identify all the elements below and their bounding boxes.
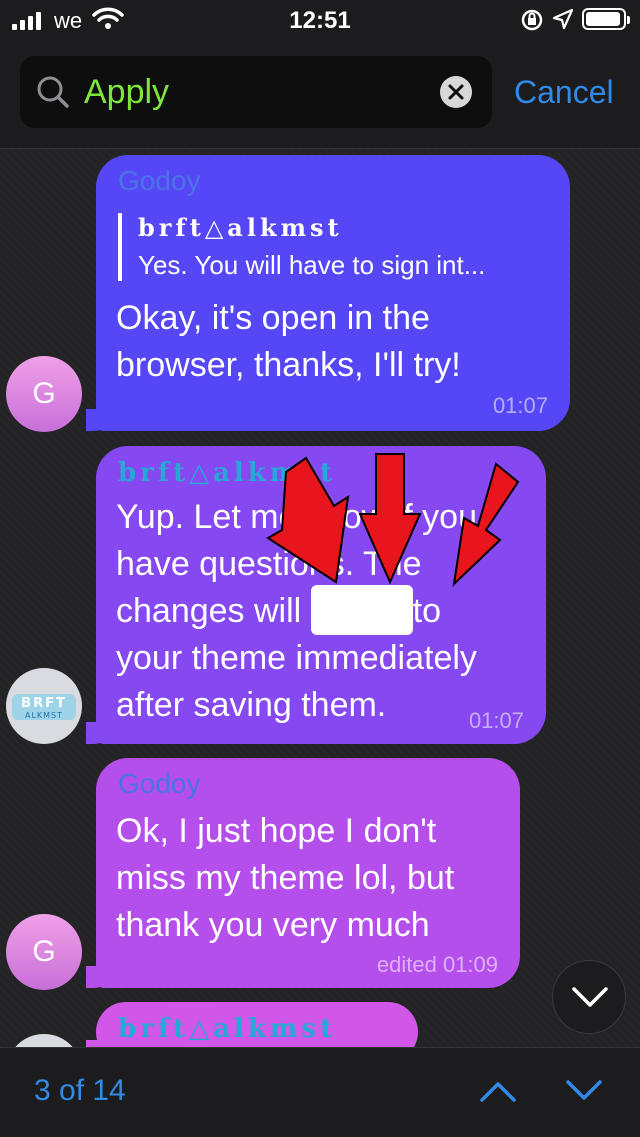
next-result-button[interactable] bbox=[564, 1076, 604, 1111]
annotation-arrows bbox=[266, 453, 520, 587]
chevron-down-icon bbox=[572, 987, 608, 1007]
red-arrow-icon bbox=[358, 453, 422, 585]
red-arrow-icon bbox=[266, 456, 350, 584]
scroll-to-bottom-button[interactable] bbox=[552, 960, 626, 1034]
chevron-down-icon bbox=[566, 1080, 602, 1100]
red-arrow-icon bbox=[452, 462, 520, 587]
search-results-bar: 3 of 14 bbox=[0, 1047, 640, 1137]
result-counter: 3 of 14 bbox=[34, 1074, 126, 1107]
previous-result-button[interactable] bbox=[478, 1076, 518, 1111]
chevron-up-icon bbox=[480, 1082, 516, 1102]
